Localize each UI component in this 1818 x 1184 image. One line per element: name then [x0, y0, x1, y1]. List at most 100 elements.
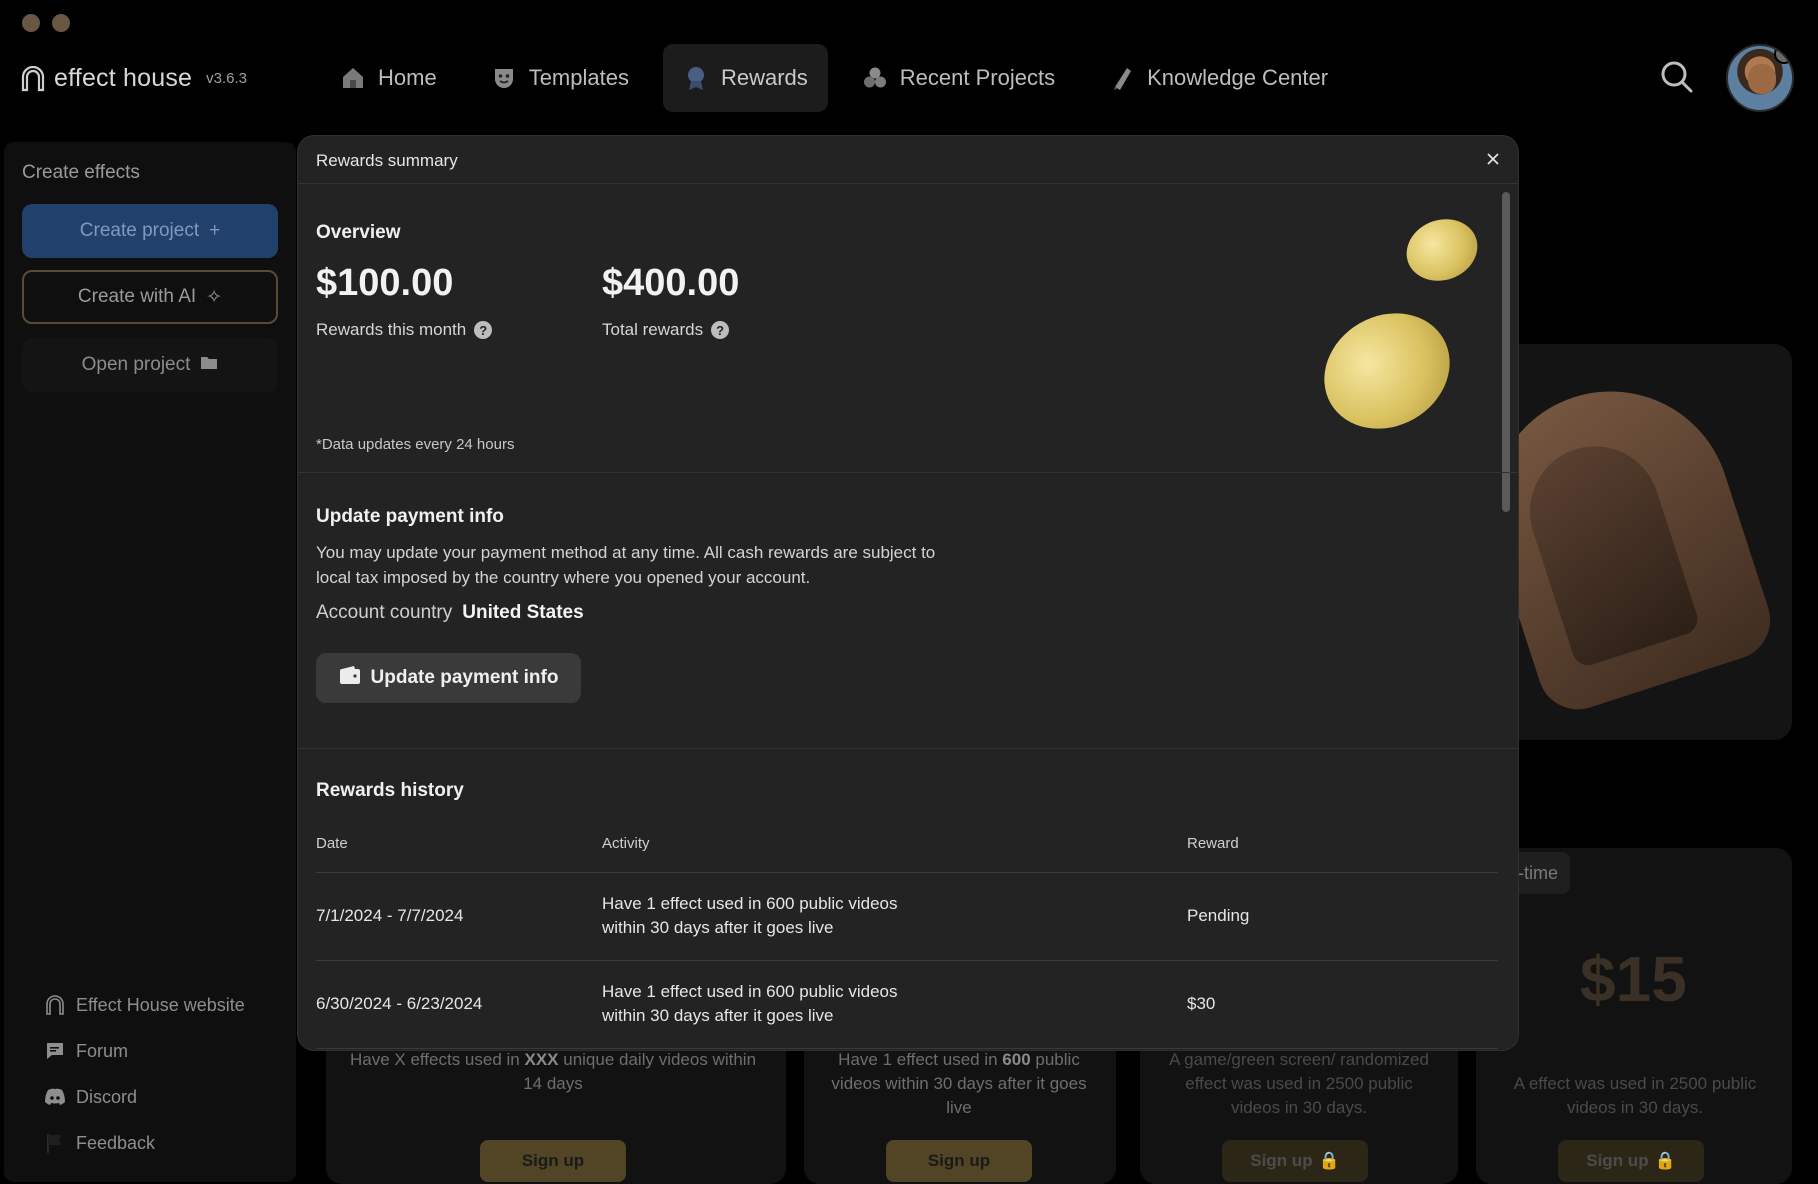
create-with-ai-button[interactable]: Create with AI ✧: [22, 270, 278, 324]
create-with-ai-label: Create with AI: [77, 286, 197, 307]
total-rewards-value: $400.00: [602, 262, 740, 304]
sidebar-link-discord[interactable]: Discord: [44, 1074, 245, 1120]
main-nav: Home Templates Rewards Recent Projects K…: [320, 44, 1348, 112]
home-icon: [340, 65, 366, 91]
help-icon[interactable]: ?: [711, 321, 730, 339]
brand[interactable]: effect house v3.6.3: [20, 64, 247, 93]
sidebar-link-website[interactable]: Effect House website: [44, 982, 245, 1028]
sidebar-link-discord-label: Discord: [76, 1086, 138, 1107]
update-payment-info-label: Update payment info: [370, 667, 559, 688]
recent-projects-icon: [862, 65, 888, 91]
lock-icon: 🔒: [1318, 1151, 1340, 1170]
account-country: Account country United States: [316, 602, 584, 624]
sidebar-title: Create effects: [22, 162, 140, 183]
rewards-icon: [683, 65, 709, 91]
create-project-button[interactable]: Create project +: [22, 204, 278, 258]
row-date: 7/1/2024 - 7/7/2024: [316, 872, 602, 961]
rewards-history-table: Date Activity Reward 7/1/2024 - 7/7/2024…: [316, 816, 1498, 1049]
wallet-icon: [339, 665, 361, 691]
search-icon[interactable]: [1660, 60, 1694, 94]
window-close-dot[interactable]: [22, 14, 40, 32]
rewards-this-month-label: Rewards this month ?: [316, 320, 493, 340]
nav-recent-projects[interactable]: Recent Projects: [842, 44, 1075, 112]
table-header-row: Date Activity Reward: [316, 816, 1498, 873]
sign-up-button-3[interactable]: Sign up 🔒: [1222, 1140, 1368, 1182]
sidebar-link-feedback-label: Feedback: [76, 1132, 156, 1153]
avatar-badge: [1774, 46, 1792, 64]
modal-header: Rewards summary: [298, 136, 1518, 184]
column-date: Date: [316, 816, 602, 873]
top-bar: effect house v3.6.3 Home Templates Rewar…: [0, 44, 1818, 112]
rewards-history-heading: Rewards history: [316, 780, 464, 801]
row-date: 6/30/2024 - 6/23/2024: [316, 960, 602, 1049]
payment-description: You may update your payment method at an…: [316, 543, 936, 587]
reward-card-4-desc: A effect was used in 2500 public videos …: [1513, 1074, 1757, 1117]
coin-small-icon: [1397, 209, 1487, 291]
forum-icon: [44, 1040, 66, 1062]
row-reward: $30: [1187, 960, 1498, 1049]
window-controls: [22, 14, 70, 32]
lock-icon: 🔒: [1654, 1151, 1676, 1170]
reward-price: $15: [1580, 943, 1687, 1015]
sparkle-icon: ✧: [206, 286, 223, 308]
brand-name: effect house: [54, 64, 193, 92]
sign-up-button-2[interactable]: Sign up: [886, 1140, 1032, 1182]
account-country-label: Account country: [316, 602, 453, 623]
account-country-value: United States: [462, 602, 584, 623]
update-payment-info-button[interactable]: Update payment info: [316, 653, 581, 703]
sidebar-link-forum[interactable]: Forum: [44, 1028, 245, 1074]
row-activity: Have 1 effect used in 600 public videos …: [602, 960, 1187, 1049]
row-reward: Pending: [1187, 872, 1498, 961]
payment-heading: Update payment info: [316, 506, 504, 527]
help-icon[interactable]: ?: [474, 321, 493, 339]
section-divider: [298, 748, 1518, 749]
sign-up-button-1[interactable]: Sign up: [480, 1140, 626, 1182]
reward-card-1-desc: Have X effects used in XXX unique daily …: [349, 1050, 757, 1093]
discord-icon: [44, 1086, 66, 1108]
effect-house-logo-icon: [21, 65, 45, 91]
open-project-button[interactable]: Open project: [22, 338, 278, 392]
plus-icon: +: [209, 220, 221, 241]
house-icon: [44, 994, 66, 1016]
column-reward: Reward: [1187, 816, 1498, 873]
data-update-note: *Data updates every 24 hours: [316, 436, 515, 453]
nav-templates-label: Templates: [528, 65, 629, 90]
reward-card-4: [1476, 848, 1792, 1184]
section-divider: [298, 472, 1518, 473]
table-row: 6/30/2024 - 6/23/2024 Have 1 effect used…: [316, 960, 1498, 1049]
user-avatar[interactable]: [1726, 44, 1794, 112]
app-version: v3.6.3: [206, 70, 248, 87]
sidebar-links: Effect House website Forum Discord Feedb…: [44, 982, 245, 1166]
modal-scrollbar[interactable]: [1502, 192, 1510, 512]
reward-card-3-desc: A game/green screen/ randomized effect w…: [1169, 1050, 1429, 1117]
folder-icon: [200, 354, 218, 376]
nav-home-label: Home: [378, 65, 437, 90]
create-project-label: Create project: [79, 220, 200, 241]
sign-up-button-4[interactable]: Sign up 🔒: [1558, 1140, 1704, 1182]
nav-rewards-label: Rewards: [720, 65, 808, 90]
nav-templates[interactable]: Templates: [471, 44, 649, 112]
nav-knowledge-center[interactable]: Knowledge Center: [1089, 44, 1348, 112]
nav-rewards[interactable]: Rewards: [662, 44, 828, 112]
sidebar: Create effects Create project + Create w…: [4, 142, 296, 1182]
total-rewards-label: Total rewards ?: [602, 320, 730, 340]
open-project-label: Open project: [81, 354, 191, 375]
sidebar-link-website-label: Effect House website: [76, 994, 245, 1015]
modal-title: Rewards summary: [316, 151, 458, 170]
flag-icon: [44, 1132, 66, 1154]
column-activity: Activity: [602, 816, 1187, 873]
table-row: 7/1/2024 - 7/7/2024 Have 1 effect used i…: [316, 872, 1498, 961]
window-minimize-dot[interactable]: [52, 14, 70, 32]
close-icon[interactable]: [1482, 148, 1504, 170]
sidebar-link-feedback[interactable]: Feedback: [44, 1120, 245, 1166]
avatar-face: [1748, 64, 1776, 94]
knowledge-center-icon: [1109, 65, 1135, 91]
rewards-summary-modal: Rewards summary Overview $100.00 Rewards…: [298, 136, 1518, 1050]
nav-recent-projects-label: Recent Projects: [899, 65, 1056, 90]
sidebar-link-forum-label: Forum: [76, 1040, 129, 1061]
coin-large-icon: [1303, 290, 1471, 452]
nav-knowledge-center-label: Knowledge Center: [1147, 65, 1329, 90]
nav-home[interactable]: Home: [320, 44, 457, 112]
reward-card-2-desc: Have 1 effect used in 600 public videos …: [831, 1050, 1087, 1117]
rewards-this-month-value: $100.00: [316, 262, 454, 304]
